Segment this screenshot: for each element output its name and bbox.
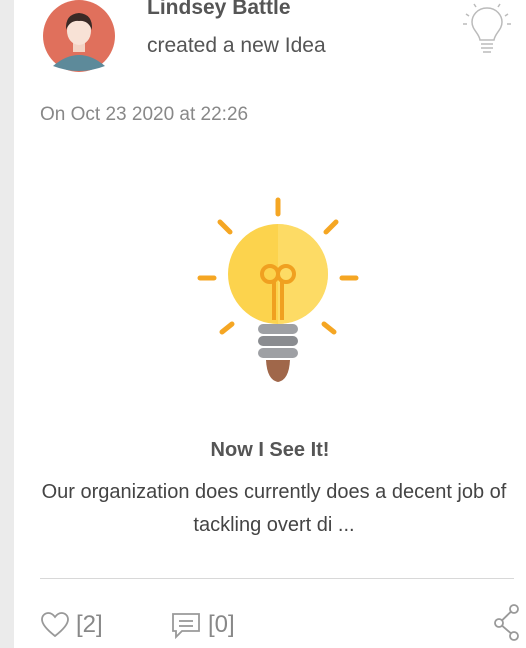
like-button[interactable]: [2] <box>40 608 103 642</box>
idea-description: Our organization does currently does a d… <box>41 481 507 536</box>
share-button[interactable] <box>492 602 522 642</box>
share-icon[interactable] <box>492 604 522 646</box>
avatar[interactable] <box>40 0 118 72</box>
lightbulb-illustration <box>192 192 372 388</box>
like-count: [2] <box>76 611 103 638</box>
idea-title[interactable]: Now I See It! <box>14 439 526 462</box>
comment-icon[interactable] <box>170 611 202 639</box>
author-name[interactable]: Lindsey Battle <box>147 0 291 20</box>
post-timestamp: On Oct 23 2020 at 22:26 <box>40 104 249 125</box>
divider <box>40 578 514 579</box>
activity-action-text: created a new Idea <box>147 34 326 57</box>
comment-count: [0] <box>208 611 235 638</box>
activity-card: Lindsey Battle created a new Idea On Oct… <box>14 0 526 648</box>
lightbulb-outline-icon <box>462 0 512 56</box>
heart-icon[interactable] <box>40 611 70 639</box>
comment-button[interactable]: [0] <box>170 608 235 642</box>
